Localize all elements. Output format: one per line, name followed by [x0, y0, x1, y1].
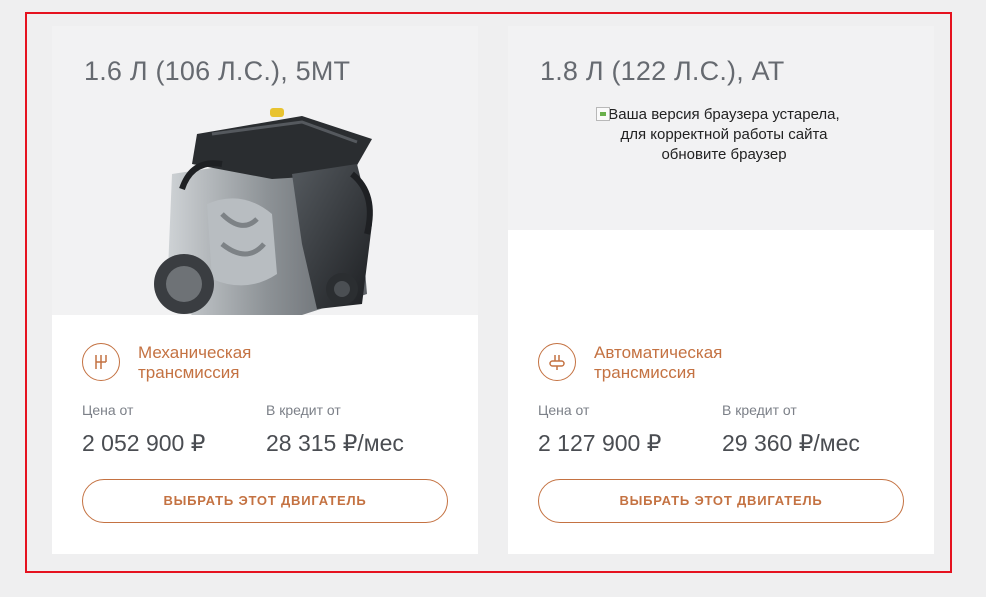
- engine-card-media: 1.6 Л (106 Л.С.), 5МТ: [52, 26, 478, 315]
- engine-card: 1.6 Л (106 Л.С.), 5МТ Механическая транс…: [52, 26, 478, 554]
- credit-value: 28 315 ₽/мес: [266, 430, 404, 456]
- broken-image-icon: [596, 107, 610, 121]
- engine-card-media: 1.8 Л (122 Л.С.), АТ Ваша версия браузер…: [508, 26, 934, 230]
- credit-value: 29 360 ₽/мес: [722, 430, 860, 456]
- price-value: 2 052 900 ₽: [82, 430, 206, 456]
- engine-card: 1.8 Л (122 Л.С.), АТ Ваша версия браузер…: [508, 26, 934, 554]
- choose-engine-button[interactable]: ВЫБРАТЬ ЭТОТ ДВИГАТЕЛЬ: [538, 479, 904, 523]
- choose-engine-button[interactable]: ВЫБРАТЬ ЭТОТ ДВИГАТЕЛЬ: [82, 479, 448, 523]
- manual-gearbox-icon: [82, 343, 120, 381]
- engine-image: [154, 108, 373, 315]
- transmission-label: Автоматическая трансмиссия: [594, 343, 723, 382]
- image-alt-text: Ваша версия браузера устарела, для корре…: [608, 106, 840, 163]
- price-label: Цена от: [538, 402, 590, 418]
- automatic-gearbox-icon: [538, 343, 576, 381]
- credit-label: В кредит от: [722, 402, 797, 418]
- price-label: Цена от: [82, 402, 134, 418]
- engine-title: 1.6 Л (106 Л.С.), 5МТ: [84, 56, 351, 86]
- engine-title: 1.8 Л (122 Л.С.), АТ: [540, 56, 785, 86]
- price-value: 2 127 900 ₽: [538, 430, 662, 456]
- credit-label: В кредит от: [266, 402, 341, 418]
- broken-image-placeholder: Ваша версия браузера устарела, для корре…: [596, 105, 852, 165]
- transmission-label: Механическая трансмиссия: [138, 343, 252, 382]
